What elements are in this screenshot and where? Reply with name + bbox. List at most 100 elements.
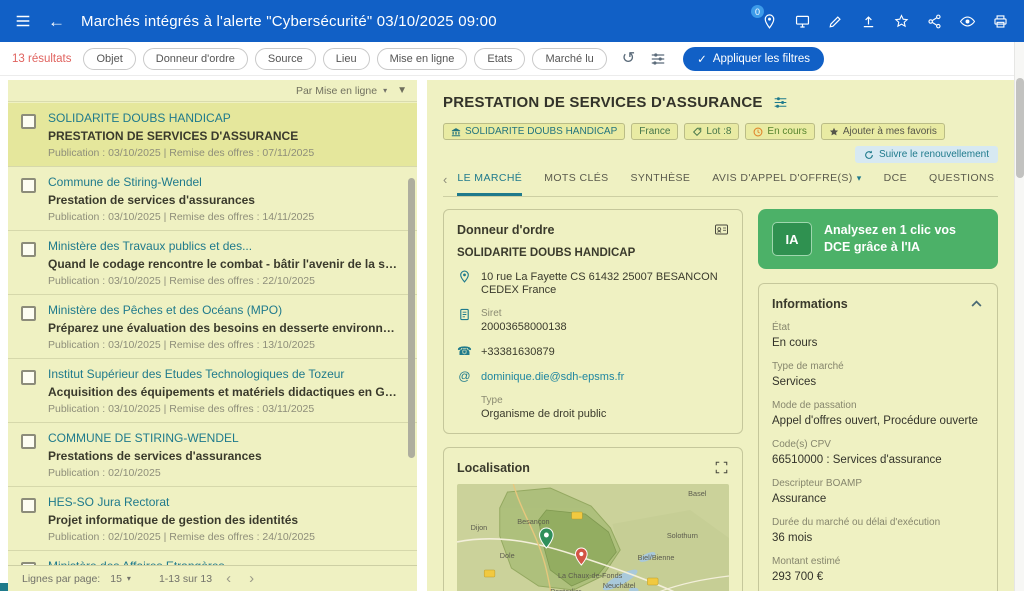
menu-icon[interactable] bbox=[14, 12, 32, 30]
phone-icon: ☎ bbox=[457, 345, 472, 358]
chevron-down-icon: ▾ bbox=[857, 173, 862, 184]
item-checkbox[interactable] bbox=[21, 498, 36, 513]
ai-analyze-card[interactable]: IA Analysez en 1 clic vos DCE grâce à l'… bbox=[758, 209, 998, 269]
bank-icon bbox=[451, 127, 461, 137]
sort-direction-icon[interactable]: ▼ bbox=[397, 85, 407, 96]
eye-icon[interactable] bbox=[957, 11, 977, 31]
follow-renewal-button[interactable]: Suivre le renouvellement bbox=[855, 146, 998, 163]
filter-chip-objet[interactable]: Objet bbox=[83, 48, 135, 70]
filter-chips: Objet Donneur d'ordre Source Lieu Mise en li… bbox=[83, 48, 606, 70]
item-title: Acquisition des équipements et matériels… bbox=[48, 384, 401, 400]
filter-chip-etats[interactable]: Etats bbox=[474, 48, 525, 70]
buyer-name: SOLIDARITE DOUBS HANDICAP bbox=[457, 247, 729, 259]
info-field-montant-estim: Montant estimé293 700 € bbox=[772, 556, 984, 584]
item-checkbox[interactable] bbox=[21, 370, 36, 385]
undo-icon[interactable]: ↺ bbox=[622, 51, 635, 67]
page-scrollbar-thumb[interactable] bbox=[1016, 78, 1024, 178]
filter-chip-donneur-d-ordre[interactable]: Donneur d'ordre bbox=[143, 48, 248, 70]
item-checkbox[interactable] bbox=[21, 178, 36, 193]
map-label-biel-bienne: Biel/Bienne bbox=[638, 553, 675, 562]
print-icon[interactable] bbox=[990, 11, 1010, 31]
item-dates: Publication : 02/10/2025 | Remise des of… bbox=[48, 530, 401, 544]
filter-chip-source[interactable]: Source bbox=[255, 48, 316, 70]
tender-list-item[interactable]: SOLIDARITE DOUBS HANDICAP PRESTATION DE … bbox=[8, 103, 417, 167]
map[interactable]: DijonDoleBesançonLa Chaux-de-FondsPontar… bbox=[457, 484, 729, 591]
apply-filters-label: Appliquer les filtres bbox=[713, 53, 810, 65]
sort-label[interactable]: Par Mise en ligne bbox=[296, 85, 377, 97]
email-link[interactable]: dominique.die@sdh-epsms.fr bbox=[481, 371, 624, 384]
contact-card-icon[interactable] bbox=[714, 222, 729, 237]
chevron-down-icon: ▾ bbox=[383, 86, 387, 95]
tabs-scroll-left-icon[interactable]: ‹ bbox=[443, 172, 447, 196]
tender-list-item[interactable]: Institut Supérieur des Etudes Technologi… bbox=[8, 359, 417, 423]
apply-filters-button[interactable]: ✓ Appliquer les filtres bbox=[683, 47, 824, 71]
rows-per-page-select[interactable]: 15 ▾ bbox=[110, 573, 131, 585]
localisation-card: Localisation bbox=[443, 447, 743, 591]
filter-chip-march-lu[interactable]: Marché lu bbox=[532, 48, 606, 70]
prev-page-button[interactable]: ‹ bbox=[222, 571, 235, 586]
tune-icon[interactable] bbox=[650, 51, 666, 67]
next-page-button[interactable]: › bbox=[245, 571, 258, 586]
item-checkbox[interactable] bbox=[21, 242, 36, 257]
tender-list-item[interactable]: Ministère des Travaux publics et des... … bbox=[8, 231, 417, 295]
back-arrow-icon[interactable]: ← bbox=[48, 13, 65, 30]
filter-chip-mise-en-ligne[interactable]: Mise en ligne bbox=[377, 48, 468, 70]
chevron-up-icon[interactable] bbox=[969, 296, 984, 311]
buyer-detail-row: @dominique.die@sdh-epsms.fr bbox=[457, 370, 729, 384]
field-label: Type bbox=[481, 395, 606, 407]
tab-le-march[interactable]: LE MARCHÉ bbox=[457, 172, 522, 196]
detail-chips: SOLIDARITE DOUBS HANDICAP France Lot :8 En … bbox=[443, 123, 998, 140]
page-scrollbar[interactable] bbox=[1014, 42, 1024, 591]
field-value: 20003658000138 bbox=[481, 321, 567, 334]
item-title: PRESTATION DE SERVICES D'ASSURANCE bbox=[48, 128, 401, 144]
tabs-row: ‹ LE MARCHÉ MOTS CLÉS SYNTHÈSE AVIS D'APPEL… bbox=[443, 172, 998, 197]
tab-synth-se[interactable]: SYNTHÈSE bbox=[631, 172, 691, 196]
tender-list-item[interactable]: Ministère des Affaires Etrangères ACQUIS… bbox=[8, 551, 417, 565]
item-checkbox[interactable] bbox=[21, 306, 36, 321]
chip-buyer[interactable]: SOLIDARITE DOUBS HANDICAP bbox=[443, 123, 625, 140]
detail-body: Donneur d'ordre SOLIDARITE DOUBS HANDICA… bbox=[443, 209, 998, 591]
chip-country[interactable]: France bbox=[631, 123, 678, 140]
item-title: Projet informatique de gestion des ident… bbox=[48, 512, 401, 528]
tab-dce[interactable]: DCE bbox=[884, 172, 907, 196]
tab-mots-cl-s[interactable]: MOTS CLÉS bbox=[544, 172, 608, 196]
chip-lot[interactable]: Lot :8 bbox=[684, 123, 739, 140]
road-shield bbox=[484, 570, 495, 577]
item-organization: Ministère des Affaires Etrangères bbox=[48, 558, 401, 565]
item-dates: Publication : 03/10/2025 | Remise des of… bbox=[48, 338, 401, 352]
market-title: PRESTATION DE SERVICES D'ASSURANCE bbox=[443, 94, 763, 111]
item-organization: Institut Supérieur des Etudes Technologi… bbox=[48, 366, 401, 382]
tender-list-item[interactable]: Commune de Stiring-Wendel Prestation de … bbox=[8, 167, 417, 231]
share-icon[interactable] bbox=[924, 11, 944, 31]
edit-pencil-icon[interactable] bbox=[825, 11, 845, 31]
tender-list-item[interactable]: Ministère des Pêches et des Océans (MPO)… bbox=[8, 295, 417, 359]
fullscreen-icon[interactable] bbox=[714, 460, 729, 475]
list-footer: Lignes par page: 15 ▾ 1-13 sur 13 ‹ › bbox=[8, 565, 417, 591]
monitor-icon[interactable] bbox=[792, 11, 812, 31]
upload-icon[interactable] bbox=[858, 11, 878, 31]
tune-icon[interactable] bbox=[773, 95, 788, 110]
field-value: Organisme de droit public bbox=[481, 408, 606, 421]
tab-avis-d-appel-d-offre-s[interactable]: AVIS D'APPEL D'OFFRE(S)▾ bbox=[712, 172, 861, 196]
detail-header: PRESTATION DE SERVICES D'ASSURANCE bbox=[443, 94, 998, 111]
list-scrollbar[interactable] bbox=[408, 178, 415, 458]
chip-favorite[interactable]: Ajouter à mes favoris bbox=[821, 123, 945, 140]
notification-pin-icon[interactable]: 0 bbox=[759, 11, 779, 31]
item-organization: Ministère des Travaux publics et des... bbox=[48, 238, 401, 254]
detail-panel: PRESTATION DE SERVICES D'ASSURANCE SOLID… bbox=[427, 80, 1014, 591]
ai-chip-icon: IA bbox=[772, 222, 812, 256]
chip-status[interactable]: En cours bbox=[745, 123, 814, 140]
map-label-neuch-tel: Neuchâtel bbox=[603, 581, 636, 590]
tender-list-item[interactable]: COMMUNE DE STIRING-WENDEL Prestations de… bbox=[8, 423, 417, 487]
field-value: +33381630879 bbox=[481, 346, 555, 359]
filter-chip-lieu[interactable]: Lieu bbox=[323, 48, 370, 70]
item-checkbox[interactable] bbox=[21, 114, 36, 129]
tab-questions-r-pon[interactable]: QUESTIONS / RÉPON bbox=[929, 172, 998, 196]
map-label-dijon: Dijon bbox=[471, 523, 488, 532]
tender-list-item[interactable]: HES-SO Jura Rectorat Projet informatique… bbox=[8, 487, 417, 551]
star-icon[interactable] bbox=[891, 11, 911, 31]
filter-bar: 13 résultats ObjetDonneur d'ordreSourceL… bbox=[0, 42, 1024, 76]
detail-tabs: LE MARCHÉ MOTS CLÉS SYNTHÈSE AVIS D'APPEL D… bbox=[457, 172, 998, 196]
item-checkbox[interactable] bbox=[21, 434, 36, 449]
page-title: Marchés intégrés à l'alerte "Cybersécuri… bbox=[81, 13, 497, 30]
